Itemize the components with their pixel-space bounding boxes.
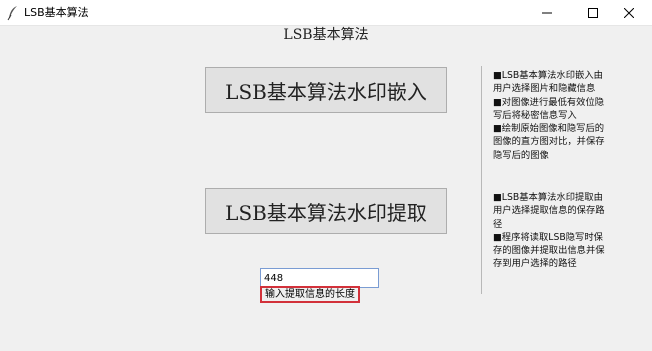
title-bar: LSB基本算法: [0, 0, 652, 26]
help-line: ■程序将读取LSB隐写时保: [493, 231, 603, 243]
help-line: ■对图像进行最低有效位隐: [493, 96, 605, 108]
help-line: 存的图像并提取出信息并保: [493, 245, 605, 257]
maximize-icon: [588, 8, 598, 18]
close-button[interactable]: [606, 0, 652, 26]
minimize-icon: [542, 8, 552, 18]
help-line: ■LSB基本算法水印嵌入由: [493, 70, 603, 81]
extract-length-label: 输入提取信息的长度: [260, 286, 360, 303]
page-title: LSB基本算法: [283, 27, 369, 43]
feather-icon: [7, 5, 19, 21]
minimize-button[interactable]: [524, 0, 570, 26]
help-line: 存到用户选择的路径: [493, 258, 577, 270]
help-line: 图像的直方图对比，并保存: [493, 136, 605, 148]
extract-length-input[interactable]: [260, 268, 379, 288]
help-line: 写后将秘密信息写入: [493, 109, 577, 121]
watermark-embed-button[interactable]: LSB基本算法水印嵌入: [205, 67, 447, 113]
watermark-extract-button[interactable]: LSB基本算法水印提取: [205, 188, 447, 234]
help-line: 径: [493, 218, 503, 230]
close-icon: [624, 8, 634, 18]
vertical-divider: [481, 66, 482, 294]
embed-help-text: ■LSB基本算法水印嵌入由 用户选择图片和隐藏信息 ■对图像进行最低有效位隐 写…: [493, 69, 621, 162]
help-line: ■LSB基本算法水印提取由: [493, 192, 603, 203]
help-line: 用户选择提取信息的保存路: [493, 205, 605, 217]
help-line: ■绘制原始图像和隐写后的: [493, 123, 605, 135]
help-line: 用户选择图片和隐藏信息: [493, 83, 596, 95]
help-line: 隐写后的图像: [493, 149, 549, 161]
extract-help-text: ■LSB基本算法水印提取由 用户选择提取信息的保存路 径 ■程序将读取LSB隐写…: [493, 191, 621, 271]
window-title: LSB基本算法: [24, 6, 89, 19]
